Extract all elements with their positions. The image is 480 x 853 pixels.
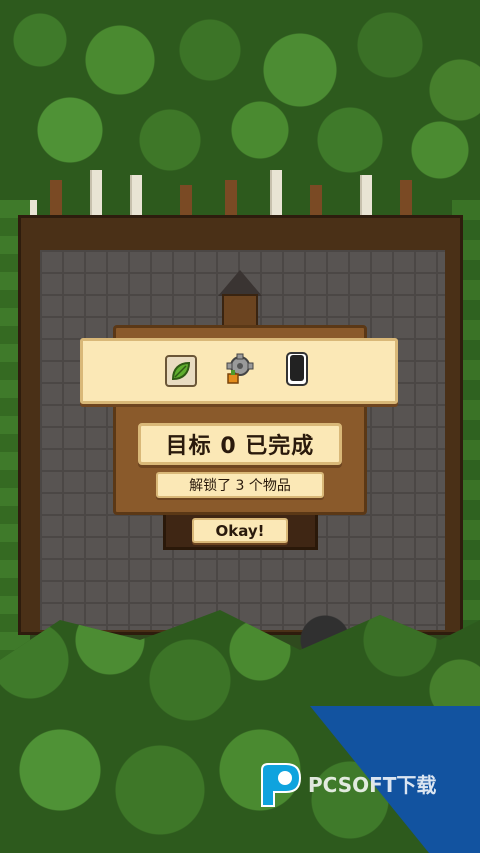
okay-button[interactable]: Okay! (192, 518, 288, 543)
leaf-icon (165, 355, 197, 387)
game-scene: 目标 0 已完成 解锁了 3 个物品 Okay! PCSOFT下载 (0, 0, 480, 853)
shrine (218, 270, 262, 330)
goal-completed-label: 目标 0 已完成 (138, 423, 342, 465)
unlocked-items-bar (80, 338, 398, 404)
item-slot-canister (277, 351, 317, 391)
items-unlocked-label: 解锁了 3 个物品 (156, 472, 324, 498)
gear-plant-icon (222, 352, 256, 390)
canister-icon (282, 351, 312, 391)
watermark-logo: PCSOFT下载 (261, 763, 436, 807)
item-slot-leaf (161, 351, 201, 391)
item-slot-gear-plant (219, 351, 259, 391)
watermark-p-icon (261, 763, 302, 807)
watermark-text: PCSOFT下载 (308, 773, 436, 797)
